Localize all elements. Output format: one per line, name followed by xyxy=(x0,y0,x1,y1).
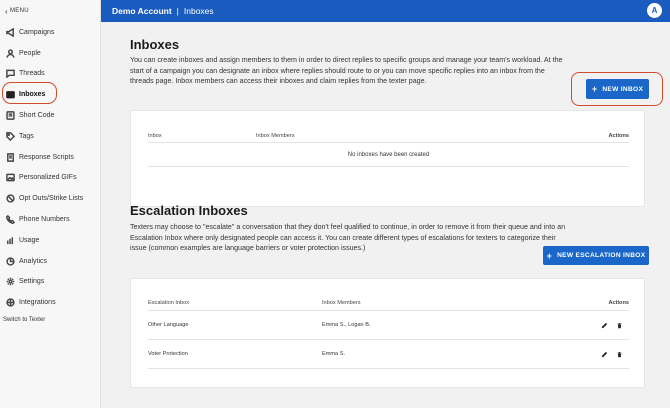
escalation-inbox-members: Emma S. xyxy=(322,351,346,357)
escalation-description: Texters may choose to "escalate" a conve… xyxy=(130,223,566,253)
bar-chart-icon xyxy=(5,235,15,245)
account-name: Demo Account xyxy=(112,6,172,16)
menu-back-button[interactable]: ‹ MENU xyxy=(0,0,100,22)
sidebar-item-tags[interactable]: Tags xyxy=(0,126,100,147)
phone-icon xyxy=(5,215,15,225)
row-actions xyxy=(601,351,623,358)
col-inbox: Inbox xyxy=(148,132,162,139)
sidebar-item-settings[interactable]: Settings xyxy=(0,272,100,293)
new-inbox-button-label: NEW INBOX xyxy=(602,85,644,93)
escalation-inbox-name: Voter Protection xyxy=(148,351,188,357)
sidebar-item-phone-numbers[interactable]: Phone Numbers xyxy=(0,209,100,230)
inboxes-table: Inbox Inbox Members Actions No inboxes h… xyxy=(130,110,645,207)
sidebar-item-short-code[interactable]: Short Code xyxy=(0,105,100,126)
col-actions: Actions xyxy=(608,132,629,139)
table-row: Voter Protection Emma S. xyxy=(148,340,629,369)
table-header: Inbox Inbox Members Actions xyxy=(148,129,629,143)
escalation-inbox-name: Other Language xyxy=(148,322,189,328)
breadcrumb-page: Inboxes xyxy=(183,6,214,16)
gif-icon xyxy=(5,173,15,183)
sidebar-item-label: Campaigns xyxy=(19,28,55,36)
sidebar-item-label: Inboxes xyxy=(19,91,46,99)
col-actions: Actions xyxy=(608,299,629,306)
edit-icon[interactable] xyxy=(601,351,608,358)
sidebar-item-threads[interactable]: Threads xyxy=(0,64,100,85)
plus-icon: + xyxy=(591,84,598,94)
sidebar-item-integrations[interactable]: Integrations xyxy=(0,292,100,313)
empty-message: No inboxes have been created xyxy=(347,151,430,158)
new-inbox-button[interactable]: + NEW INBOX xyxy=(586,79,649,99)
sidebar-item-label: Usage xyxy=(19,236,40,244)
inbox-icon xyxy=(5,90,15,100)
tag-icon xyxy=(5,131,15,141)
chat-icon xyxy=(5,69,15,79)
sidebar-item-campaigns[interactable]: Campaigns xyxy=(0,22,100,43)
delete-icon[interactable] xyxy=(616,351,623,358)
short-code-icon xyxy=(5,111,15,121)
table-row: Other Language Emma S., Logan B. xyxy=(148,311,629,340)
sidebar-item-inboxes[interactable]: Inboxes xyxy=(0,84,100,105)
sidebar-item-label: Threads xyxy=(19,70,45,78)
sidebar-item-response-scripts[interactable]: Response Scripts xyxy=(0,147,100,168)
sidebar-item-label: Short Code xyxy=(19,112,55,120)
sidebar-item-usage[interactable]: Usage xyxy=(0,230,100,251)
megaphone-icon xyxy=(5,27,15,37)
sidebar-item-label: Opt Outs/Strike Lists xyxy=(19,195,84,203)
col-members: Inbox Members xyxy=(322,299,361,306)
sidebar-item-label: Settings xyxy=(19,278,45,286)
sidebar: ‹ MENU Campaigns People Threads Inboxes … xyxy=(0,0,101,408)
escalation-inbox-members: Emma S., Logan B. xyxy=(322,322,371,328)
escalation-title: Escalation Inboxes xyxy=(130,203,248,218)
col-members: Inbox Members xyxy=(256,132,295,139)
integrations-icon xyxy=(5,298,15,308)
delete-icon[interactable] xyxy=(616,322,623,329)
chevron-left-icon: ‹ xyxy=(5,6,8,16)
sidebar-item-label: Phone Numbers xyxy=(19,216,70,224)
edit-icon[interactable] xyxy=(601,322,608,329)
new-escalation-inbox-button[interactable]: + NEW ESCALATION INBOX xyxy=(543,246,649,265)
inboxes-description: You can create inboxes and assign member… xyxy=(130,56,563,86)
main-content: Inboxes You can create inboxes and assig… xyxy=(101,22,670,408)
person-icon xyxy=(5,48,15,58)
switch-to-texter-link[interactable]: Switch to Texter xyxy=(0,317,100,323)
script-icon xyxy=(5,152,15,162)
row-actions xyxy=(601,322,623,329)
avatar[interactable]: A xyxy=(647,3,662,18)
sidebar-item-label: Analytics xyxy=(19,257,48,265)
col-escalation-inbox: Escalation Inbox xyxy=(148,299,190,306)
block-icon xyxy=(5,194,15,204)
sidebar-item-opt-outs[interactable]: Opt Outs/Strike Lists xyxy=(0,188,100,209)
breadcrumb-separator: | xyxy=(176,6,179,16)
analytics-icon xyxy=(5,256,15,266)
top-bar: Demo Account | Inboxes A xyxy=(101,0,670,22)
sidebar-item-people[interactable]: People xyxy=(0,43,100,64)
menu-label: MENU xyxy=(9,8,29,14)
sidebar-item-personalized-gifs[interactable]: Personalized GIFs xyxy=(0,168,100,189)
sidebar-item-label: Personalized GIFs xyxy=(19,174,77,182)
plus-icon: + xyxy=(546,250,553,261)
sidebar-item-analytics[interactable]: Analytics xyxy=(0,251,100,272)
sidebar-item-label: Tags xyxy=(19,132,34,140)
sidebar-item-label: Response Scripts xyxy=(19,153,74,161)
empty-row: No inboxes have been created xyxy=(148,143,629,167)
escalation-table: Escalation Inbox Inbox Members Actions O… xyxy=(130,278,645,388)
new-escalation-button-label: NEW ESCALATION INBOX xyxy=(557,252,646,259)
gear-icon xyxy=(5,277,15,287)
inboxes-title: Inboxes xyxy=(130,37,180,52)
table-header: Escalation Inbox Inbox Members Actions xyxy=(148,295,629,311)
sidebar-item-label: People xyxy=(19,49,41,57)
sidebar-item-label: Integrations xyxy=(19,299,56,307)
